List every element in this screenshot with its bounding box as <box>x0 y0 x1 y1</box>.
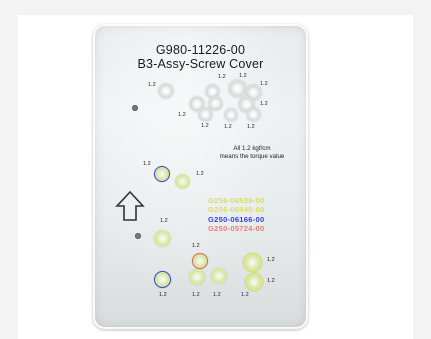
torque-label: 1.2 <box>267 257 275 263</box>
screw-position <box>224 108 238 122</box>
torque-label: 1.2 <box>196 171 204 177</box>
torque-label: 1.2 <box>143 161 151 167</box>
screw-position <box>198 107 213 122</box>
legend-part-code: G256-06540-00 <box>208 205 265 214</box>
plate-part-number: G980-11226-00 <box>155 43 246 57</box>
plate-part-name: B3-Assy-Screw Cover <box>137 57 264 71</box>
screw-position <box>154 230 171 247</box>
torque-note-line2: means the torque value <box>219 153 285 160</box>
torque-note-line1: All 1.2 kgf/cm <box>233 145 271 152</box>
screw-position <box>175 174 190 189</box>
screw-position-blue-ring <box>154 271 171 288</box>
torque-label: 1.2 <box>159 292 167 298</box>
torque-label: 1.2 <box>218 74 226 80</box>
torque-label: 1.2 <box>224 124 232 130</box>
mounting-hole-upper <box>132 105 138 111</box>
screw-position-red-ring <box>192 253 208 269</box>
torque-label: 1.2 <box>192 292 200 298</box>
screw-cover-plate: G980-11226-00 B3-Assy-Screw Cover 1.2 1.… <box>93 24 308 329</box>
torque-label: 1.2 <box>260 81 268 87</box>
screw-position <box>211 268 227 284</box>
torque-label: 1.2 <box>192 243 200 249</box>
legend-part-code: G250-06166-00 <box>208 215 265 224</box>
torque-label: 1.2 <box>267 278 275 284</box>
torque-label: 1.2 <box>213 292 221 298</box>
torque-label: 1.2 <box>160 218 168 224</box>
screw-position <box>246 107 261 122</box>
photo-background: G980-11226-00 B3-Assy-Screw Cover 1.2 1.… <box>0 0 431 339</box>
legend-part-code: G256-06539-00 <box>208 196 265 205</box>
torque-label: 1.2 <box>247 124 255 130</box>
screw-position-yellow-ring <box>245 273 263 291</box>
screw-position-yellow-ring <box>243 253 262 272</box>
torque-label: 1.2 <box>201 123 209 129</box>
torque-label: 1.2 <box>178 112 186 118</box>
legend-part-code: G250-05724-00 <box>208 224 265 233</box>
screw-position-blue-ring <box>154 166 170 182</box>
up-arrow-outline-icon <box>115 190 145 221</box>
torque-label: 1.2 <box>241 292 249 298</box>
torque-label: 1.2 <box>239 73 247 79</box>
screw-position <box>189 269 205 285</box>
mounting-hole-lower <box>135 233 141 239</box>
torque-label: 1.2 <box>148 82 156 88</box>
screw-position <box>158 83 174 99</box>
torque-label: 1.2 <box>260 101 268 107</box>
